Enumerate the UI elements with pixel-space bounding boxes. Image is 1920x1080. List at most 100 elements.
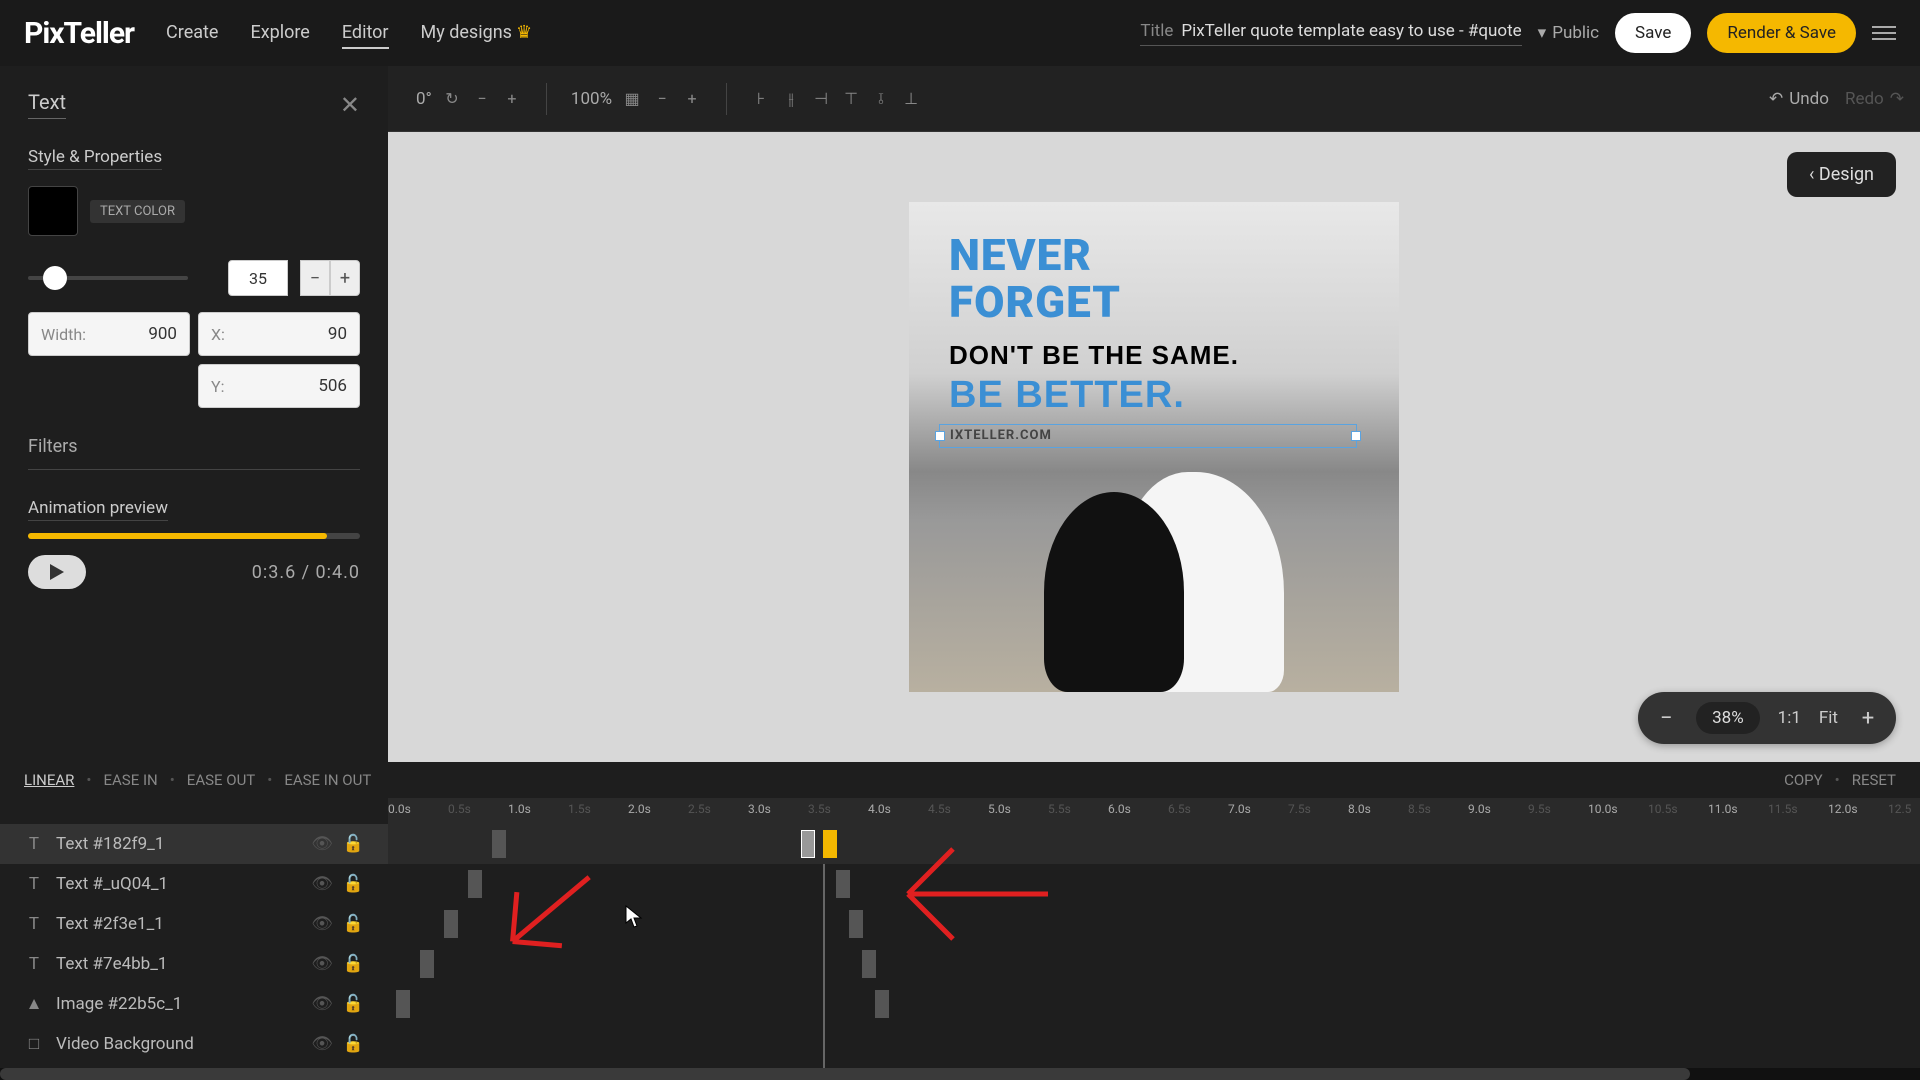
canvas-text-url[interactable]: IXTELLER.COM	[940, 425, 1356, 447]
align-middle-icon[interactable]: ⫱	[871, 89, 891, 109]
timeline-ruler[interactable]: 0.0s0.5s1.0s1.5s2.0s2.5s3.0s3.5s4.0s4.5s…	[388, 798, 1920, 824]
easing-ease-in[interactable]: EASE IN	[103, 771, 157, 789]
keyframe[interactable]	[836, 870, 850, 898]
slider-thumb[interactable]	[43, 266, 67, 290]
nav-mydesigns[interactable]: My designs♛	[421, 18, 533, 49]
keyframe[interactable]	[492, 830, 506, 858]
size-increase-button[interactable]: +	[330, 260, 360, 296]
selection-box[interactable]: IXTELLER.COM	[939, 424, 1357, 448]
visibility-icon[interactable]: 👁	[311, 954, 333, 974]
ruler-mark: 9.0s	[1468, 802, 1491, 816]
easing-ease-out[interactable]: EASE OUT	[187, 771, 255, 789]
keyframe-selected[interactable]	[801, 830, 815, 858]
lock-icon[interactable]: 🔓	[343, 834, 364, 854]
layer-row[interactable]: TText #7e4bb_1👁🔓	[0, 944, 388, 984]
zoom-out-button[interactable]: −	[1654, 706, 1678, 730]
visibility-dropdown[interactable]: ▾ Public	[1538, 23, 1599, 43]
visibility-icon[interactable]: 👁	[311, 874, 333, 894]
size-input[interactable]	[228, 260, 288, 296]
size-slider[interactable]	[28, 276, 188, 280]
keyframe[interactable]	[468, 870, 482, 898]
lock-icon[interactable]: 🔓	[343, 994, 364, 1014]
keyframe[interactable]	[444, 910, 458, 938]
save-button[interactable]: Save	[1615, 13, 1691, 53]
canvas-area[interactable]: ‹ Design NEVERFORGET DON'T BE THE SAME. …	[388, 132, 1920, 762]
selection-handle-right[interactable]	[1351, 431, 1361, 441]
keyframe-active[interactable]	[823, 830, 837, 858]
rotate-icon[interactable]: ↻	[442, 89, 462, 109]
easing-linear[interactable]: LINEAR	[24, 771, 74, 789]
timeline-scrollbar[interactable]	[0, 1068, 1920, 1080]
filters-heading[interactable]: Filters	[28, 436, 360, 457]
zoom-percent[interactable]: 38%	[1696, 702, 1760, 734]
lock-icon[interactable]: 🔓	[343, 914, 364, 934]
canvas-text-sub2[interactable]: BE BETTER.	[949, 374, 1185, 417]
lock-icon[interactable]: 🔓	[343, 954, 364, 974]
logo[interactable]: PixTeller	[24, 16, 134, 51]
track-row[interactable]	[388, 824, 1920, 864]
canvas-text-sub1[interactable]: DON'T BE THE SAME.	[949, 340, 1239, 371]
width-input[interactable]: Width: 900	[28, 312, 190, 356]
lock-icon[interactable]: 🔓	[343, 1034, 364, 1054]
track-row[interactable]	[388, 1024, 1920, 1064]
track-row[interactable]	[388, 944, 1920, 984]
visibility-icon[interactable]: 👁	[311, 994, 333, 1014]
align-center-icon[interactable]: ⫲	[781, 89, 801, 109]
keyframe[interactable]	[420, 950, 434, 978]
nav-editor[interactable]: Editor	[342, 18, 389, 49]
size-decrease-button[interactable]: −	[300, 260, 330, 296]
track-row[interactable]	[388, 864, 1920, 904]
canvas-text-heading[interactable]: NEVERFORGET	[949, 232, 1121, 326]
scrollbar-thumb[interactable]	[0, 1068, 1690, 1080]
selection-handle-left[interactable]	[935, 431, 945, 441]
timeline-tracks[interactable]	[388, 824, 1920, 1068]
opacity-decrease[interactable]: −	[652, 89, 672, 109]
title-text: PixTeller quote template easy to use - #…	[1181, 21, 1521, 41]
align-top-icon[interactable]: ⊤	[841, 89, 861, 109]
y-input[interactable]: Y: 506	[198, 364, 360, 408]
track-row[interactable]	[388, 904, 1920, 944]
redo-button[interactable]: Redo↷	[1845, 89, 1904, 109]
layer-row[interactable]: TText #182f9_1👁🔓	[0, 824, 388, 864]
rotation-decrease[interactable]: −	[472, 89, 492, 109]
text-color-swatch[interactable]	[28, 186, 78, 236]
visibility-icon[interactable]: 👁	[311, 1034, 333, 1054]
align-right-icon[interactable]: ⊣	[811, 89, 831, 109]
menu-icon[interactable]	[1872, 26, 1896, 40]
track-row[interactable]	[388, 984, 1920, 1024]
align-left-icon[interactable]: ⊦	[751, 89, 771, 109]
keyframe[interactable]	[396, 990, 410, 1018]
lock-icon[interactable]: 🔓	[343, 874, 364, 894]
layer-row[interactable]: TText #_uQ04_1👁🔓	[0, 864, 388, 904]
layer-row[interactable]: □Video Background👁🔓	[0, 1024, 388, 1064]
keyframe[interactable]	[875, 990, 889, 1018]
rotation-increase[interactable]: +	[502, 89, 522, 109]
nav-create[interactable]: Create	[166, 18, 218, 49]
animation-progress[interactable]	[28, 533, 360, 539]
design-mode-button[interactable]: ‹ Design	[1787, 152, 1896, 197]
zoom-fit-button[interactable]: Fit	[1819, 708, 1838, 728]
undo-button[interactable]: ↶Undo	[1769, 89, 1829, 109]
align-bottom-icon[interactable]: ⊥	[901, 89, 921, 109]
play-icon	[50, 564, 64, 580]
easing-ease-in-out[interactable]: EASE IN OUT	[284, 771, 371, 789]
visibility-icon[interactable]: 👁	[311, 834, 333, 854]
layer-row[interactable]: TText #2f3e1_1👁🔓	[0, 904, 388, 944]
visibility-icon[interactable]: 👁	[311, 914, 333, 934]
copy-button[interactable]: COPY	[1784, 771, 1823, 789]
transparency-icon[interactable]: ▦	[622, 89, 642, 109]
reset-button[interactable]: RESET	[1852, 771, 1896, 789]
keyframe[interactable]	[862, 950, 876, 978]
close-icon[interactable]: ✕	[340, 91, 360, 119]
nav-explore[interactable]: Explore	[250, 18, 309, 49]
keyframe[interactable]	[849, 910, 863, 938]
document-title[interactable]: Title PixTeller quote template easy to u…	[1140, 21, 1521, 46]
layer-row[interactable]: ▲Image #22b5c_1👁🔓	[0, 984, 388, 1024]
opacity-increase[interactable]: +	[682, 89, 702, 109]
zoom-in-button[interactable]: +	[1856, 706, 1880, 730]
x-input[interactable]: X: 90	[198, 312, 360, 356]
render-save-button[interactable]: Render & Save	[1707, 13, 1856, 53]
play-button[interactable]	[28, 555, 86, 589]
zoom-11-button[interactable]: 1:1	[1778, 708, 1801, 728]
design-canvas[interactable]: NEVERFORGET DON'T BE THE SAME. BE BETTER…	[909, 202, 1399, 692]
